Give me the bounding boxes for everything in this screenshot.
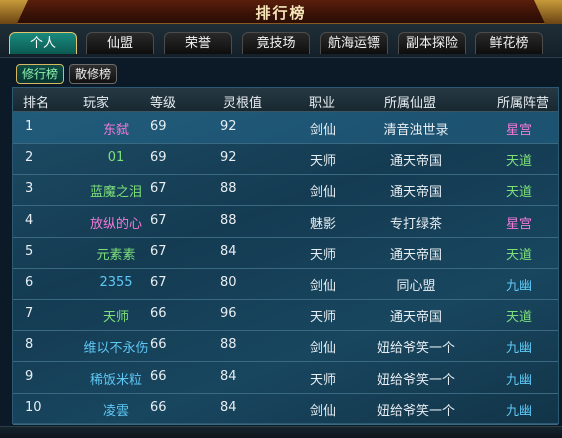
title-bar: 排行榜 (0, 0, 562, 24)
header-level: 等级 (150, 96, 177, 111)
header-rank: 排名 (23, 96, 50, 111)
table-header: 排名 玩家 等级 灵根值 职业 所属仙盟 所属阵营 (13, 88, 558, 112)
guild-cell: 通天帝国 (389, 154, 442, 170)
rank-cell: 2 (25, 150, 34, 166)
level-cell: 67 (150, 212, 167, 228)
score-cell: 84 (220, 368, 237, 384)
guild-cell: 同心盟 (396, 279, 436, 294)
tab-arena[interactable]: 竟技场 (242, 32, 310, 54)
guild-cell: 通天帝国 (389, 185, 442, 201)
tab-escort[interactable]: 航海运镖 (320, 32, 388, 54)
level-cell: 67 (150, 243, 167, 259)
level-cell: 66 (150, 306, 167, 322)
tab-dungeon[interactable]: 副本探险 (398, 32, 466, 54)
rank-cell: 8 (25, 337, 34, 353)
table-row[interactable]: 7 天师 66 96 天师 通天帝国 天道 (13, 299, 558, 332)
job-cell: 剑仙 (309, 123, 336, 138)
guild-cell: 清音浊世录 (383, 123, 449, 138)
guild-cell: 专打绿茶 (389, 216, 442, 232)
score-cell: 96 (220, 306, 237, 322)
rank-cell: 6 (25, 275, 34, 290)
header-guild: 所属仙盟 (384, 96, 437, 111)
camp-cell: 星宫 (505, 123, 532, 138)
rank-cell: 9 (25, 368, 34, 384)
camp-cell: 九幽 (505, 372, 532, 388)
job-cell: 剑仙 (309, 403, 336, 419)
header-score: 灵根值 (223, 96, 263, 111)
table-row[interactable]: 8 维以不永伤 66 88 剑仙 妞给爷笑一个 九幽 (13, 330, 558, 363)
camp-cell: 九幽 (505, 341, 532, 357)
table-row[interactable]: 9 稀饭米粒 66 84 天师 妞给爷笑一个 九幽 (13, 362, 558, 394)
table-row[interactable]: 4 放纵的心 67 88 魅影 专打绿茶 星宫 (13, 206, 558, 238)
subtab-cultivation[interactable]: 修行榜 (16, 64, 64, 84)
level-cell: 66 (150, 368, 167, 384)
ranking-table: 排名 玩家 等级 灵根值 职业 所属仙盟 所属阵营 1 东弑 69 92 剑仙 清音浊世录… (12, 87, 559, 425)
score-cell: 84 (220, 243, 237, 259)
level-cell: 66 (150, 337, 167, 353)
guild-cell: 妞给爷笑一个 (376, 372, 455, 388)
table-row[interactable]: 3 蓝魔之泪 67 88 剑仙 通天帝国 天道 (13, 174, 558, 207)
job-cell: 天师 (309, 372, 336, 388)
table-row[interactable]: 6 2355 67 80 剑仙 同心盟 九幽 (13, 268, 558, 300)
guild-cell: 妞给爷笑一个 (376, 403, 455, 419)
score-cell: 92 (220, 119, 237, 134)
rank-cell: 3 (25, 181, 34, 197)
rank-cell: 7 (25, 306, 34, 322)
guild-cell: 通天帝国 (389, 310, 442, 326)
score-cell: 92 (220, 150, 237, 166)
level-cell: 69 (150, 119, 167, 134)
tab-personal[interactable]: 个人 (9, 32, 77, 54)
job-cell: 天师 (309, 154, 336, 170)
level-cell: 67 (150, 275, 167, 290)
score-cell: 88 (220, 212, 237, 228)
score-cell: 88 (220, 337, 237, 353)
guild-cell: 妞给爷笑一个 (376, 341, 455, 357)
rank-cell: 5 (25, 243, 34, 259)
level-cell: 69 (150, 150, 167, 166)
job-cell: 天师 (309, 247, 336, 263)
camp-cell: 天道 (505, 247, 532, 263)
table-row[interactable]: 2 01 69 92 天师 通天帝国 天道 (13, 143, 558, 176)
header-player: 玩家 (83, 96, 110, 111)
camp-cell: 星宫 (505, 216, 532, 232)
level-cell: 67 (150, 181, 167, 197)
camp-cell: 天道 (505, 310, 532, 326)
tab-honor[interactable]: 荣誉 (164, 32, 232, 54)
tab-guild[interactable]: 仙盟 (86, 32, 154, 54)
header-camp: 所属阵营 (497, 96, 550, 111)
header-job: 职业 (309, 96, 336, 111)
score-cell: 84 (220, 399, 237, 415)
window-title: 排行榜 (255, 4, 307, 22)
table-row[interactable]: 1 东弑 69 92 剑仙 清音浊世录 星宫 (13, 112, 558, 144)
guild-cell: 通天帝国 (389, 247, 442, 263)
job-cell: 剑仙 (309, 279, 336, 294)
table-row[interactable]: 5 元素素 67 84 天师 通天帝国 天道 (13, 237, 558, 269)
rank-cell: 1 (25, 119, 34, 134)
subtab-independent[interactable]: 散修榜 (69, 64, 117, 84)
rank-cell: 10 (25, 399, 42, 415)
tab-flowers[interactable]: 鲜花榜 (475, 32, 543, 54)
score-cell: 80 (220, 275, 237, 290)
table-row[interactable]: 10 凌雲 66 84 剑仙 妞给爷笑一个 九幽 (13, 393, 558, 425)
score-cell: 88 (220, 181, 237, 197)
camp-cell: 九幽 (505, 279, 532, 294)
camp-cell: 天道 (505, 154, 532, 170)
ranking-tabs: 个人 仙盟 荣誉 竟技场 航海运镖 副本探险 鲜花榜 (0, 24, 562, 58)
job-cell: 魅影 (309, 216, 336, 232)
job-cell: 剑仙 (309, 185, 336, 201)
camp-cell: 九幽 (505, 403, 532, 419)
level-cell: 66 (150, 399, 167, 415)
job-cell: 天师 (309, 310, 336, 326)
camp-cell: 天道 (505, 185, 532, 201)
rank-cell: 4 (25, 212, 34, 228)
bottom-bar (0, 426, 562, 438)
job-cell: 剑仙 (309, 341, 336, 357)
